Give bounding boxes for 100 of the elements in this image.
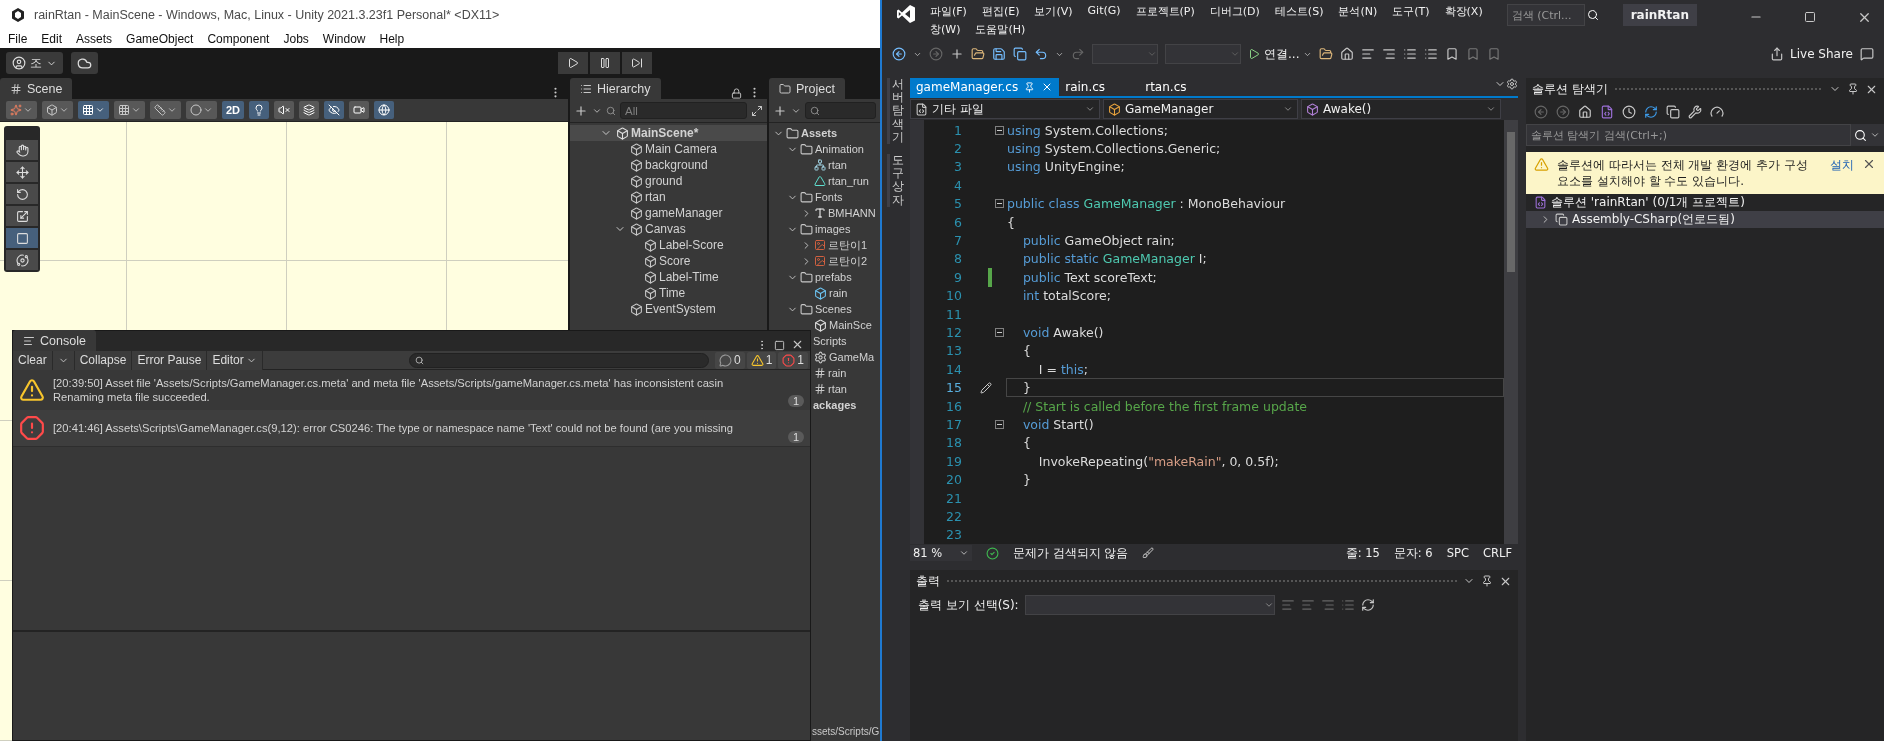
save-all-icon[interactable] [1013, 47, 1027, 61]
issues-status[interactable]: 문제가 검색되지 않음 [1013, 545, 1129, 561]
project-item[interactable]: rain [814, 285, 850, 301]
menu-item[interactable]: Edit [41, 32, 63, 46]
search-field[interactable] [408, 352, 709, 368]
install-link[interactable]: 설치 [1830, 157, 1854, 174]
menu-item[interactable]: 보기(V) [1034, 4, 1073, 19]
live-share-button[interactable]: Live Share [1770, 47, 1853, 61]
search-field[interactable]: 솔루션 탐색기 검색(Ctrl+;) [1526, 124, 1851, 146]
add-icon[interactable] [773, 103, 787, 118]
menu-item[interactable]: 테스트(S) [1274, 4, 1324, 19]
undo-icon[interactable] [1034, 47, 1048, 61]
camera-toggle[interactable] [349, 101, 370, 119]
account-button[interactable]: 조 [6, 52, 63, 74]
pin-icon[interactable] [1847, 83, 1859, 95]
project-item[interactable]: images [787, 221, 853, 237]
console-tab[interactable]: Console [13, 330, 96, 351]
hierarchy-item[interactable]: Main Camera [570, 141, 767, 157]
scene-tab[interactable]: Scene [0, 78, 73, 99]
info-count[interactable]: 0 [714, 351, 745, 369]
bookmark-icon[interactable] [1445, 47, 1460, 61]
project-item[interactable]: GameMa [814, 349, 877, 365]
new-item-icon[interactable] [950, 47, 964, 61]
menu-item[interactable]: Component [207, 32, 270, 46]
indent-status[interactable]: SPC [1446, 546, 1469, 560]
hierarchy-item[interactable]: gameManager [570, 205, 767, 221]
bookmark-next-icon[interactable] [1487, 47, 1502, 61]
hierarchy-item[interactable]: ground [570, 173, 767, 189]
project-item[interactable]: rain [814, 365, 849, 381]
hierarchy-item[interactable]: rtan [570, 189, 767, 205]
project-item[interactable]: 르탄이1 [801, 237, 870, 253]
brush-icon[interactable] [1142, 547, 1155, 559]
hierarchy-item[interactable]: background [570, 157, 767, 173]
project-item[interactable]: prefabs [787, 269, 854, 285]
project-item[interactable]: MainSce [814, 317, 874, 333]
add-icon[interactable] [574, 103, 588, 118]
menu-item[interactable]: GameObject [126, 32, 194, 46]
folder-search-icon[interactable] [1319, 47, 1334, 61]
collapse-all-icon[interactable] [1666, 105, 1680, 119]
search-field[interactable] [805, 102, 876, 119]
home-icon[interactable] [1578, 105, 1592, 119]
project-item[interactable]: Scenes [787, 301, 854, 317]
cloud-button[interactable] [71, 52, 98, 74]
settings-icon[interactable] [1506, 78, 1518, 90]
search-field[interactable]: 검색 (Ctrl... [1506, 4, 1585, 26]
bookmark-prev-icon[interactable] [1466, 47, 1481, 61]
menu-item[interactable]: 파일(F) [930, 4, 967, 19]
save-icon[interactable] [992, 47, 1006, 61]
hierarchy-item[interactable]: Score [570, 253, 767, 269]
close-icon[interactable] [791, 338, 804, 351]
snap-button[interactable] [114, 101, 145, 119]
open-icon[interactable] [971, 47, 985, 61]
lighting-toggle[interactable] [249, 101, 270, 119]
play-button[interactable] [558, 52, 588, 74]
project-item[interactable]: Scripts [813, 333, 849, 349]
feedback-icon[interactable] [1860, 47, 1874, 61]
project-item[interactable]: Animation [787, 141, 866, 157]
warning-count[interactable]: 1 [746, 351, 777, 369]
editor-tab[interactable]: gameManager.cs [910, 78, 1060, 96]
audio-toggle[interactable] [274, 101, 295, 119]
lock-icon[interactable] [731, 88, 742, 99]
back-icon[interactable] [892, 47, 906, 61]
pin-icon[interactable] [1481, 575, 1493, 587]
effects-toggle[interactable] [299, 101, 320, 119]
expand-icon[interactable] [751, 104, 763, 117]
history-icon[interactable] [1622, 105, 1636, 119]
scrollbar[interactable] [1504, 120, 1518, 544]
fold-toggle[interactable] [995, 125, 1004, 135]
shading-button[interactable] [186, 101, 217, 119]
menu-item[interactable]: 도구(T) [1392, 4, 1430, 19]
project-item[interactable]: 르탄이2 [801, 253, 870, 269]
hierarchy-item[interactable]: Canvas [570, 221, 767, 237]
hierarchy-tab[interactable]: Hierarchy [570, 78, 661, 99]
fold-toggle[interactable] [995, 199, 1004, 209]
project-item[interactable]: rtan [814, 381, 849, 397]
gizmos-toggle[interactable] [374, 101, 395, 119]
project-item[interactable]: rtan_run [814, 173, 871, 189]
rect-tool[interactable] [6, 228, 38, 248]
project-item[interactable]: BMHANN [801, 205, 878, 221]
side-tab[interactable]: 서버 탐색기 [887, 78, 905, 144]
project-item[interactable]: Fonts [787, 189, 845, 205]
transform-tool[interactable] [6, 250, 38, 270]
solution-tree-item[interactable]: Assembly-CSharp(언로드됨) [1526, 211, 1884, 229]
side-tab[interactable]: 도구 상자 [887, 153, 905, 207]
2d-toggle[interactable]: 2D [222, 101, 245, 119]
menu-item[interactable]: Window [322, 32, 366, 46]
menu-item[interactable]: 디버그(D) [1209, 4, 1260, 19]
menu-item[interactable]: File [8, 32, 28, 46]
forward-icon[interactable] [1556, 105, 1570, 119]
step-button[interactable] [622, 52, 652, 74]
editor-tab[interactable]: rtan.cs [1139, 78, 1220, 96]
member-dropdown[interactable]: Awake() [1301, 99, 1501, 119]
type-dropdown[interactable]: GameManager [1103, 99, 1298, 119]
project-tab[interactable]: Project [769, 78, 845, 99]
menu-item[interactable]: 도움말(H) [975, 22, 1026, 37]
editor-tab[interactable]: rain.cs [1059, 78, 1140, 96]
project-dropdown[interactable]: 기타 파일 [910, 99, 1100, 119]
move-tool[interactable] [6, 162, 38, 182]
hierarchy-item[interactable]: MainScene* [570, 125, 767, 141]
pause-button[interactable] [590, 52, 620, 74]
